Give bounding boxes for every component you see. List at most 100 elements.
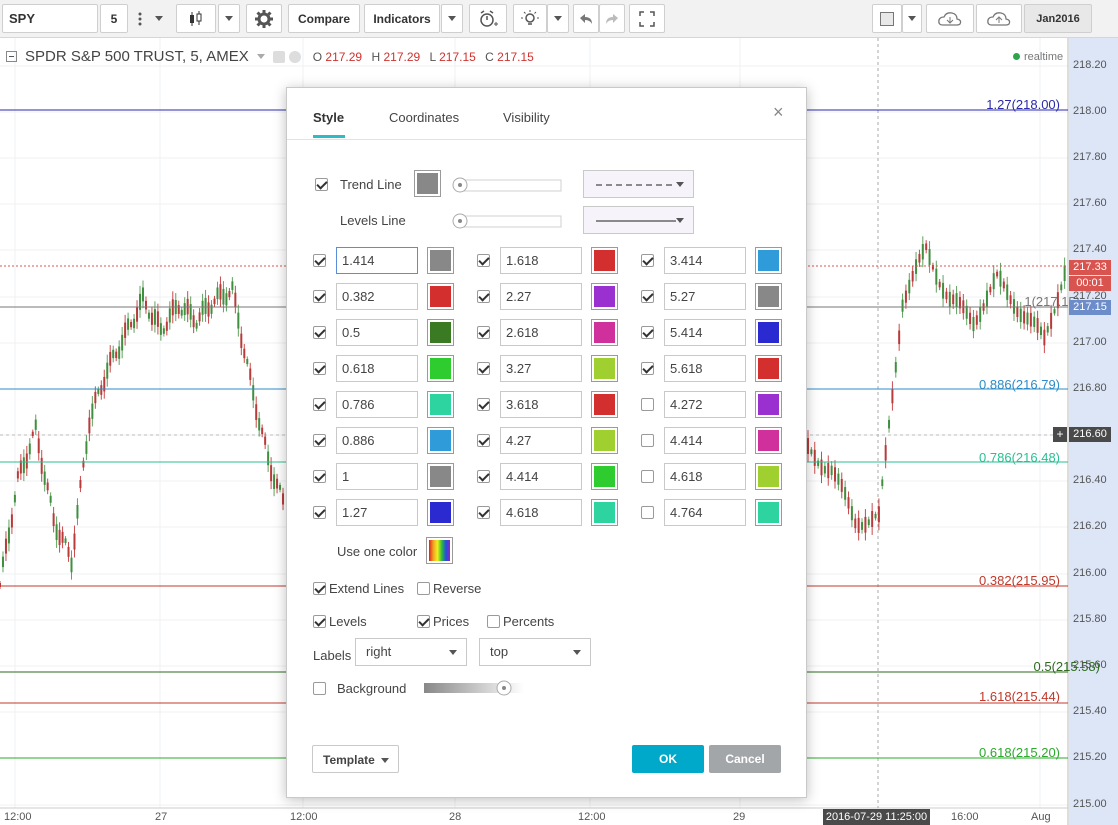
template-dropdown[interactable]: Template — [312, 745, 399, 773]
level-color-swatch[interactable] — [755, 391, 782, 418]
level-color-swatch[interactable] — [427, 463, 454, 490]
level-value-input[interactable]: 2.618 — [500, 319, 582, 346]
level-checkbox[interactable] — [477, 434, 490, 447]
trend-line-color-swatch[interactable] — [414, 170, 441, 197]
levels-line-style-dropdown[interactable] — [583, 206, 694, 234]
level-checkbox[interactable] — [641, 290, 654, 303]
level-color-swatch[interactable] — [755, 355, 782, 382]
level-color-swatch[interactable] — [591, 391, 618, 418]
chevron-down-icon[interactable] — [256, 54, 265, 59]
level-value-input[interactable]: 0.886 — [336, 427, 418, 454]
level-value-input[interactable]: 4.27 — [500, 427, 582, 454]
level-checkbox[interactable] — [313, 290, 326, 303]
level-color-swatch[interactable] — [591, 355, 618, 382]
level-color-swatch[interactable] — [755, 319, 782, 346]
level-color-swatch[interactable] — [427, 319, 454, 346]
level-value-input[interactable]: 4.272 — [664, 391, 746, 418]
labels-vertical-dropdown[interactable]: top — [479, 638, 591, 666]
level-value-input[interactable]: 2.27 — [500, 283, 582, 310]
level-color-swatch[interactable] — [427, 355, 454, 382]
level-value-input[interactable]: 1.618 — [500, 247, 582, 274]
level-checkbox[interactable] — [641, 326, 654, 339]
trend-line-width-slider[interactable] — [452, 177, 562, 193]
level-checkbox[interactable] — [477, 254, 490, 267]
labels-horizontal-dropdown[interactable]: right — [355, 638, 467, 666]
level-checkbox[interactable] — [313, 326, 326, 339]
level-checkbox[interactable] — [313, 254, 326, 267]
level-value-input[interactable]: 0.618 — [336, 355, 418, 382]
level-checkbox[interactable] — [313, 398, 326, 411]
level-value-input[interactable]: 5.27 — [664, 283, 746, 310]
level-value-input[interactable]: 1.414 — [336, 247, 418, 274]
level-color-swatch[interactable] — [755, 499, 782, 526]
level-checkbox[interactable] — [313, 470, 326, 483]
level-checkbox[interactable] — [477, 506, 490, 519]
levels-line-width-slider[interactable] — [452, 213, 562, 229]
level-color-swatch[interactable] — [427, 499, 454, 526]
level-checkbox[interactable] — [477, 470, 490, 483]
percents-checkbox[interactable] — [487, 615, 500, 628]
legend-settings-icon[interactable] — [272, 50, 285, 63]
background-checkbox[interactable] — [313, 682, 326, 695]
one-color-gradient-swatch[interactable] — [426, 537, 453, 564]
level-value-input[interactable]: 3.618 — [500, 391, 582, 418]
level-value-input[interactable]: 4.618 — [664, 463, 746, 490]
level-color-swatch[interactable] — [755, 463, 782, 490]
level-value-input[interactable]: 3.27 — [500, 355, 582, 382]
ok-button[interactable]: OK — [632, 745, 704, 773]
trend-line-style-dropdown[interactable] — [583, 170, 694, 198]
level-color-swatch[interactable] — [755, 283, 782, 310]
level-checkbox[interactable] — [641, 398, 654, 411]
extend-lines-checkbox[interactable] — [313, 582, 326, 595]
level-value-input[interactable]: 3.414 — [664, 247, 746, 274]
tab-coordinates[interactable]: Coordinates — [389, 110, 459, 125]
level-checkbox[interactable] — [641, 254, 654, 267]
level-value-input[interactable]: 4.764 — [664, 499, 746, 526]
tab-visibility[interactable]: Visibility — [503, 110, 550, 125]
level-color-swatch[interactable] — [591, 427, 618, 454]
levels-checkbox[interactable] — [313, 615, 326, 628]
level-color-swatch[interactable] — [591, 463, 618, 490]
level-value-input[interactable]: 4.414 — [500, 463, 582, 490]
level-color-swatch[interactable] — [591, 319, 618, 346]
level-value-input[interactable]: 4.414 — [664, 427, 746, 454]
prices-checkbox[interactable] — [417, 615, 430, 628]
cancel-button[interactable]: Cancel — [709, 745, 781, 773]
level-value-input[interactable]: 5.618 — [664, 355, 746, 382]
level-checkbox[interactable] — [313, 434, 326, 447]
level-checkbox[interactable] — [313, 362, 326, 375]
level-value-input[interactable]: 0.786 — [336, 391, 418, 418]
level-checkbox[interactable] — [641, 434, 654, 447]
legend-gear-icon[interactable] — [288, 50, 301, 63]
reverse-checkbox[interactable] — [417, 582, 430, 595]
level-value-input[interactable]: 1 — [336, 463, 418, 490]
level-value-input[interactable]: 1.27 — [336, 499, 418, 526]
level-color-swatch[interactable] — [427, 247, 454, 274]
close-icon[interactable]: × — [773, 102, 784, 123]
candle-body — [40, 457, 43, 474]
tab-style[interactable]: Style — [313, 110, 344, 125]
level-color-swatch[interactable] — [427, 427, 454, 454]
level-value-input[interactable]: 4.618 — [500, 499, 582, 526]
level-value-input[interactable]: 5.414 — [664, 319, 746, 346]
level-color-swatch[interactable] — [427, 391, 454, 418]
level-color-swatch[interactable] — [755, 427, 782, 454]
level-checkbox[interactable] — [477, 290, 490, 303]
level-checkbox[interactable] — [477, 326, 490, 339]
level-checkbox[interactable] — [641, 362, 654, 375]
level-checkbox[interactable] — [477, 398, 490, 411]
level-value-input[interactable]: 0.5 — [336, 319, 418, 346]
trend-line-checkbox[interactable] — [315, 178, 328, 191]
level-color-swatch[interactable] — [755, 247, 782, 274]
level-color-swatch[interactable] — [591, 499, 618, 526]
level-checkbox[interactable] — [641, 470, 654, 483]
level-color-swatch[interactable] — [591, 283, 618, 310]
level-value-input[interactable]: 0.382 — [336, 283, 418, 310]
collapse-icon[interactable] — [6, 51, 17, 62]
level-checkbox[interactable] — [313, 506, 326, 519]
background-transparency-slider[interactable] — [423, 680, 527, 696]
level-checkbox[interactable] — [477, 362, 490, 375]
level-color-swatch[interactable] — [427, 283, 454, 310]
level-checkbox[interactable] — [641, 506, 654, 519]
level-color-swatch[interactable] — [591, 247, 618, 274]
